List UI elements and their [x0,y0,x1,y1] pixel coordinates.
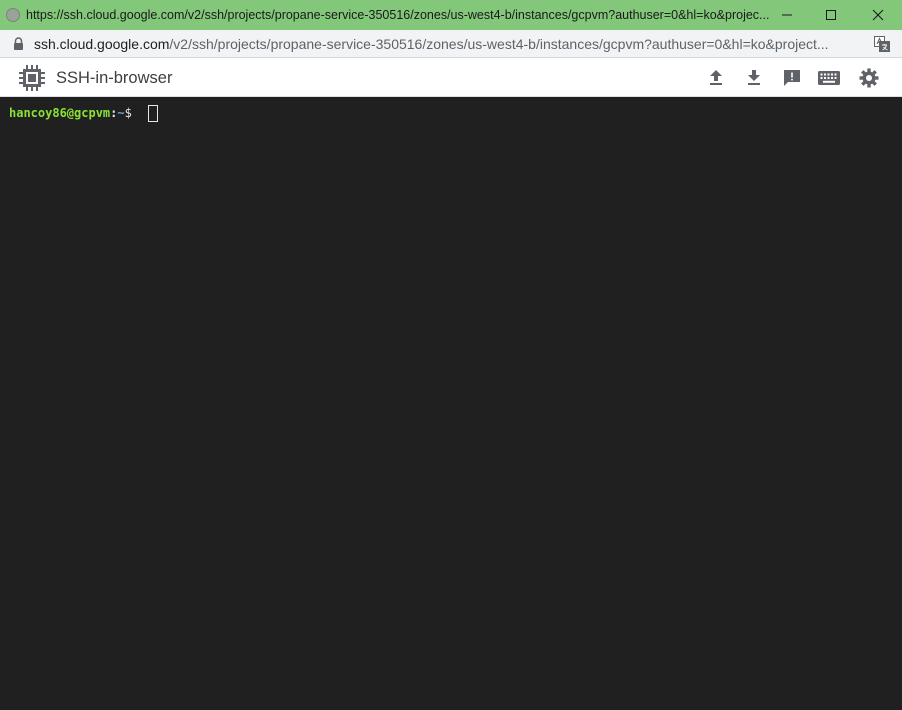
prompt-path: ~ [117,106,125,120]
keyboard-icon [818,71,840,85]
url-text[interactable]: ssh.cloud.google.com/v2/ssh/projects/pro… [34,36,856,52]
title-bar: https://ssh.cloud.google.com/v2/ssh/proj… [0,0,902,30]
compute-engine-icon [18,64,46,92]
browser-window: https://ssh.cloud.google.com/v2/ssh/proj… [0,0,902,710]
translate-icon[interactable] [874,36,890,52]
prompt-user-host: hancoy86@gcpvm [9,106,111,120]
keyboard-button[interactable] [818,67,840,89]
download-icon [748,70,760,85]
settings-button[interactable] [858,67,880,89]
upload-file-button[interactable] [705,67,727,89]
url-path: /v2/ssh/projects/propane-service-350516/… [169,35,829,52]
close-button[interactable] [855,0,901,30]
address-bar[interactable]: ssh.cloud.google.com/v2/ssh/projects/pro… [0,30,902,58]
shell-prompt: hancoy86@gcpvm:~$ [9,105,139,121]
maximize-button[interactable] [808,0,854,30]
send-feedback-button[interactable] [781,67,803,89]
prompt-symbol: $ [124,106,140,120]
window-title: https://ssh.cloud.google.com/v2/ssh/proj… [26,8,770,22]
app-title: SSH-in-browser [56,69,173,87]
close-icon [872,9,884,21]
terminal[interactable]: hancoy86@gcpvm:~$ [0,97,902,710]
feedback-icon [784,70,800,86]
gear-icon [859,68,879,88]
url-host: ssh.cloud.google.com [34,35,170,52]
minimize-button[interactable] [764,0,810,30]
app-header: SSH-in-browser [0,58,902,97]
maximize-icon [826,10,836,20]
site-icon [6,8,20,22]
minimize-icon [782,14,792,16]
upload-icon [710,70,722,85]
download-file-button[interactable] [743,67,765,89]
terminal-cursor [148,105,158,122]
lock-icon[interactable] [13,36,24,51]
